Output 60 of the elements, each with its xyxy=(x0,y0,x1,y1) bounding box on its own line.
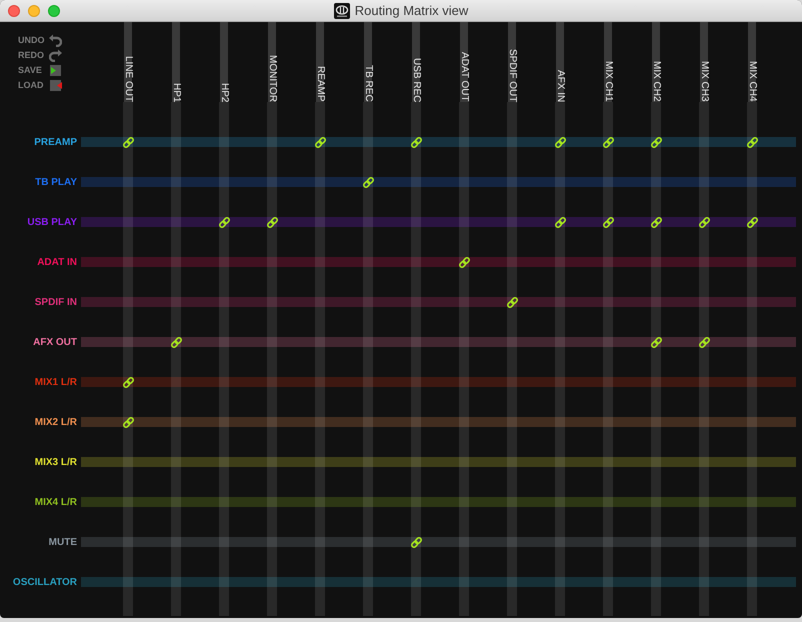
window-title: Routing Matrix view xyxy=(354,3,468,18)
toolbar-button[interactable]: LOAD xyxy=(18,79,62,91)
row-label: MIX3 L/R xyxy=(34,456,78,468)
link-icon[interactable] xyxy=(602,216,614,228)
close-button[interactable] xyxy=(8,4,20,16)
link-icon[interactable] xyxy=(122,416,134,428)
toolbar-button[interactable]: REDO xyxy=(18,49,62,61)
app-icon xyxy=(334,2,350,18)
link-icon[interactable] xyxy=(458,256,470,268)
link-icon[interactable] xyxy=(122,136,134,148)
column-label: REAMP xyxy=(316,66,324,102)
row-label: AFX OUT xyxy=(33,336,78,348)
link-icon[interactable] xyxy=(170,336,182,348)
column-label: MIX CH3 xyxy=(700,61,708,102)
column-label: SPDIF OUT xyxy=(508,48,516,102)
row-label: MIX4 L/R xyxy=(34,496,78,508)
link-icon[interactable] xyxy=(554,216,566,228)
undo-icon xyxy=(49,34,62,46)
link-icon[interactable] xyxy=(410,136,422,148)
link-icon[interactable] xyxy=(698,336,710,348)
row-label: MUTE xyxy=(48,536,78,548)
column-label: HP2 xyxy=(220,82,228,102)
column-label: USB REC xyxy=(412,58,420,102)
link-icon[interactable] xyxy=(650,216,662,228)
link-icon[interactable] xyxy=(554,136,566,148)
link-icon[interactable] xyxy=(650,136,662,148)
save-icon xyxy=(49,64,62,76)
link-icon[interactable] xyxy=(218,216,230,228)
column-label: AFX IN xyxy=(556,70,564,102)
link-icon[interactable] xyxy=(746,216,758,228)
row-label: MIX1 L/R xyxy=(34,376,78,388)
column-label: ADAT OUT xyxy=(460,52,468,102)
load-icon xyxy=(49,78,62,92)
link-icon[interactable] xyxy=(362,176,374,188)
toolbar-button[interactable]: SAVE xyxy=(18,64,62,76)
link-icon[interactable] xyxy=(650,336,662,348)
column-label: TB REC xyxy=(364,65,372,102)
column-label: MIX CH4 xyxy=(748,61,756,102)
link-icon[interactable] xyxy=(266,216,278,228)
toolbar-button[interactable]: UNDO xyxy=(18,34,62,46)
link-icon[interactable] xyxy=(746,136,758,148)
column-label: MIX CH1 xyxy=(604,61,612,102)
row-label: SPDIF IN xyxy=(34,296,78,308)
link-icon[interactable] xyxy=(122,376,134,388)
link-icon[interactable] xyxy=(314,136,326,148)
link-icon[interactable] xyxy=(698,216,710,228)
link-icon[interactable] xyxy=(602,136,614,148)
link-icon[interactable] xyxy=(506,296,518,308)
row-label: TB PLAY xyxy=(35,176,78,188)
redo-icon xyxy=(49,48,62,62)
column-label: MIX CH2 xyxy=(652,61,660,102)
row-label: MIX2 L/R xyxy=(34,416,78,428)
row-label: PREAMP xyxy=(34,136,78,148)
row-label: ADAT IN xyxy=(37,256,78,268)
column-label: LINE OUT xyxy=(124,56,132,102)
link-icon[interactable] xyxy=(410,536,422,548)
column-label: HP1 xyxy=(172,82,180,102)
column-label: MONITOR xyxy=(268,54,276,102)
row-label: USB PLAY xyxy=(27,216,78,228)
row-label: OSCILLATOR xyxy=(12,576,78,588)
